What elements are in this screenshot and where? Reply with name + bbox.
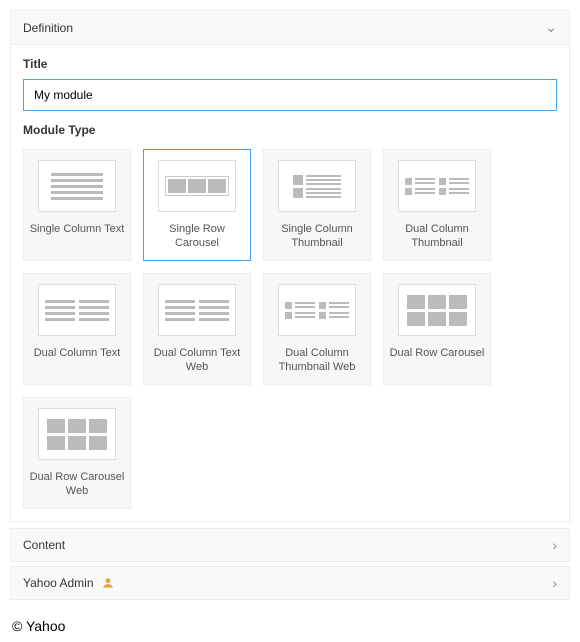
definition-label: Definition [23, 21, 73, 35]
tile-dual-column-text[interactable]: Dual Column Text [23, 273, 131, 385]
tile-preview-icon [278, 284, 356, 336]
chevron-down-icon: ⌄ [545, 19, 557, 36]
copyright-text: © Yahoo [12, 618, 568, 634]
tile-single-column-thumbnail[interactable]: Single Column Thumbnail [263, 149, 371, 261]
tile-dual-row-carousel-web[interactable]: Dual Row Carousel Web [23, 397, 131, 509]
tile-dual-column-thumbnail-web[interactable]: Dual Column Thumbnail Web [263, 273, 371, 385]
tile-preview-icon [38, 160, 116, 212]
tile-preview-icon [38, 408, 116, 460]
tile-label: Dual Column Thumbnail Web [268, 346, 366, 375]
tile-preview-icon [398, 160, 476, 212]
tile-label: Single Column Thumbnail [268, 222, 366, 251]
tile-dual-row-carousel[interactable]: Dual Row Carousel [383, 273, 491, 385]
definition-section: Title Module Type Single Column Text Sin… [10, 45, 570, 522]
tile-dual-column-thumbnail[interactable]: Dual Column Thumbnail [383, 149, 491, 261]
yahoo-admin-label: Yahoo Admin [23, 576, 94, 590]
definition-accordion-header[interactable]: Definition ⌄ [10, 10, 570, 45]
content-label: Content [23, 538, 65, 552]
content-accordion-header[interactable]: Content › [10, 528, 570, 562]
tile-label: Dual Row Carousel Web [28, 470, 126, 499]
tile-single-row-carousel[interactable]: Single Row Carousel [143, 149, 251, 261]
tile-label: Single Row Carousel [148, 222, 246, 251]
tile-label: Dual Column Text [34, 346, 121, 360]
tile-single-column-text[interactable]: Single Column Text [23, 149, 131, 261]
tile-dual-column-text-web[interactable]: Dual Column Text Web [143, 273, 251, 385]
tile-preview-icon [38, 284, 116, 336]
tile-label: Single Column Text [30, 222, 125, 236]
admin-icon [101, 576, 115, 590]
title-input[interactable] [23, 79, 557, 111]
title-label: Title [23, 57, 557, 71]
tile-preview-icon [278, 160, 356, 212]
module-type-grid: Single Column Text Single Row Carousel S… [23, 149, 557, 509]
yahoo-admin-accordion-header[interactable]: Yahoo Admin › [10, 566, 570, 600]
tile-preview-icon [398, 284, 476, 336]
chevron-right-icon: › [552, 537, 557, 553]
chevron-right-icon: › [552, 575, 557, 591]
tile-label: Dual Row Carousel [390, 346, 485, 360]
tile-preview-icon [158, 160, 236, 212]
tile-label: Dual Column Thumbnail [388, 222, 486, 251]
module-type-label: Module Type [23, 123, 557, 137]
tile-label: Dual Column Text Web [148, 346, 246, 375]
tile-preview-icon [158, 284, 236, 336]
